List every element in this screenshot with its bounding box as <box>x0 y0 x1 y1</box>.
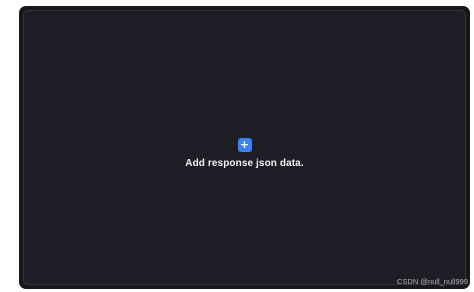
empty-state: + Add response json data. <box>24 135 465 169</box>
empty-state-label: Add response json data. <box>185 158 304 169</box>
watermark: CSDN @null_null999 <box>397 277 468 286</box>
plus-icon: + <box>239 138 250 151</box>
response-window: + Add response json data. <box>19 6 470 289</box>
response-panel: + Add response json data. <box>23 10 466 285</box>
add-response-button[interactable]: + <box>237 138 252 152</box>
